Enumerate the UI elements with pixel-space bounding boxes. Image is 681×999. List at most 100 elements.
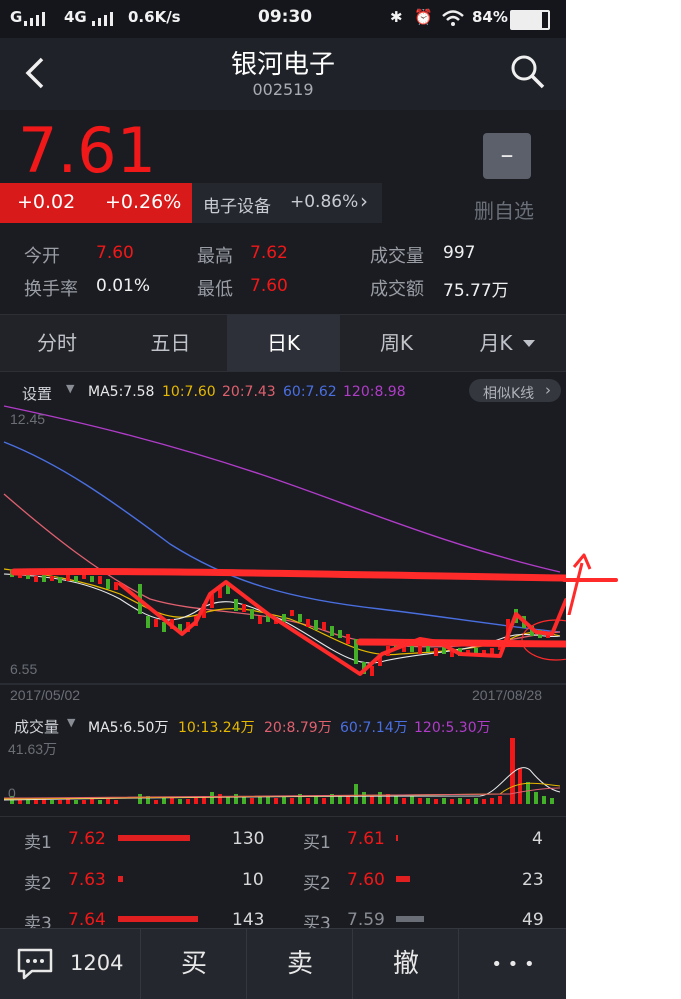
similar-kline-label: 相似K线 xyxy=(483,386,535,402)
similar-kline-button[interactable]: 相似K线 › xyxy=(469,379,561,402)
change-percent: +0.26% xyxy=(105,191,182,213)
bluetooth-icon: ✱ xyxy=(390,8,403,26)
bid-qty: 4 xyxy=(532,829,543,849)
volume-chart[interactable]: 41.63万 0 xyxy=(0,738,566,808)
bid-qty: 23 xyxy=(522,870,544,890)
bid-price: 7.61 xyxy=(347,829,385,849)
caret-down-icon[interactable]: ▼ xyxy=(67,716,75,729)
caret-down-icon[interactable]: ▼ xyxy=(66,382,74,395)
ma60-line xyxy=(3,441,561,633)
stat-label: 最高 xyxy=(197,246,233,267)
kline-chart[interactable]: 12.45 6.55 2017/05/02 2017/08/28 xyxy=(0,404,566,704)
tab-daily-k[interactable]: 日K xyxy=(227,315,340,371)
ask-price: 7.63 xyxy=(68,870,106,890)
more-button[interactable]: • • • xyxy=(458,929,566,999)
order-book: 卖1 7.62 130 卖2 7.63 10 卖3 7.64 143 买1 7.… xyxy=(0,816,566,934)
price-axis-low: 6.55 xyxy=(10,661,37,677)
network-label: 4G xyxy=(64,8,87,26)
bottom-action-bar: 1204 买 卖 撤 • • • xyxy=(0,928,566,999)
stat-value: 0.01% xyxy=(96,276,151,296)
change-badge: +0.02 +0.26% xyxy=(0,183,192,223)
remove-watchlist-button[interactable]: – xyxy=(483,133,531,179)
ask-qty: 143 xyxy=(232,910,265,930)
ask-price: 7.64 xyxy=(68,910,106,930)
bid-price: 7.60 xyxy=(347,870,385,890)
volume-indicator-button[interactable]: 成交量 xyxy=(14,716,59,737)
stock-app: G 4G 0.6K/s 09:30 ✱ ⏰ 84% 银河电子 002519 7.… xyxy=(0,0,566,999)
date-end: 2017/08/28 xyxy=(472,687,542,703)
volume-ma-bar: 成交量 ▼ MA5:6.50万 10:13.24万 20:8.79万 60:7.… xyxy=(0,712,566,738)
date-start: 2017/05/02 xyxy=(10,687,80,703)
bid-volume-bar xyxy=(396,835,398,841)
current-price: 7.61 xyxy=(18,114,157,187)
battery-percent: 84% xyxy=(472,8,508,26)
search-icon[interactable] xyxy=(510,54,546,90)
ma10-value: 10:7.60 xyxy=(162,384,216,400)
tab-weekly-k[interactable]: 周K xyxy=(340,315,453,371)
ask-volume-bar xyxy=(118,876,123,882)
stat-label: 换手率 xyxy=(24,279,78,300)
sell-button[interactable]: 卖 xyxy=(246,929,353,999)
bid-price: 7.59 xyxy=(347,910,385,930)
period-tabs: 分时 五日 日K 周K 月K xyxy=(0,314,566,372)
sector-link[interactable]: 电子设备 +0.86% › xyxy=(192,183,382,223)
battery-icon xyxy=(510,10,550,30)
wifi-icon xyxy=(442,10,464,26)
change-value: +0.02 xyxy=(17,191,76,213)
carrier-label: G xyxy=(10,8,23,26)
net-speed: 0.6K/s xyxy=(128,8,181,26)
sector-name: 电子设备 xyxy=(203,197,271,217)
stat-label: 最低 xyxy=(197,279,233,300)
ma60-value: 60:7.62 xyxy=(283,384,337,400)
chevron-right-icon: › xyxy=(360,189,368,213)
vol-ma10-line xyxy=(3,782,561,800)
status-bar: G 4G 0.6K/s 09:30 ✱ ⏰ 84% xyxy=(0,0,566,38)
volume-axis-min: 0 xyxy=(8,785,16,801)
bid-qty: 49 xyxy=(522,910,544,930)
price-axis-high: 12.45 xyxy=(10,411,45,427)
stat-label: 成交量 xyxy=(370,246,424,267)
vol-ma5-value: MA5:6.50万 xyxy=(88,720,169,736)
ask-qty: 130 xyxy=(232,829,265,849)
vol-ma60-value: 60:7.14万 xyxy=(340,720,408,736)
tab-five-day[interactable]: 五日 xyxy=(114,315,227,371)
stock-code: 002519 xyxy=(252,80,314,99)
ask-volume-bar xyxy=(118,916,198,922)
vol-ma5-line xyxy=(3,767,561,801)
ask-price: 7.62 xyxy=(68,829,106,849)
stat-value: 7.60 xyxy=(96,243,134,263)
ask-qty: 10 xyxy=(242,870,264,890)
kline-ma-bar: 设置 ▼ MA5:7.58 10:7.60 20:7.43 60:7.62 12… xyxy=(0,378,566,404)
ma120-line xyxy=(3,405,561,573)
stock-header: 银河电子 002519 xyxy=(0,38,566,110)
stat-label: 今开 xyxy=(24,246,60,267)
cancel-order-button[interactable]: 撤 xyxy=(352,929,459,999)
tab-intraday[interactable]: 分时 xyxy=(0,315,114,371)
bid-volume-bar xyxy=(396,876,410,882)
stat-label: 成交额 xyxy=(370,279,424,300)
caret-down-icon[interactable] xyxy=(522,339,536,349)
stat-value: 7.62 xyxy=(250,243,288,263)
remove-watchlist-label: 删自选 xyxy=(474,199,534,223)
bid-label: 买1 xyxy=(303,833,331,853)
bid-label: 买2 xyxy=(303,874,331,894)
stat-value: 75.77万 xyxy=(443,281,509,301)
comment-count: 1204 xyxy=(70,951,124,975)
comments-button[interactable]: 1204 xyxy=(0,929,140,999)
sector-change: +0.86% xyxy=(290,192,359,212)
vol-ma10-value: 10:13.24万 xyxy=(178,720,255,736)
ma120-value: 120:8.98 xyxy=(343,384,406,400)
signal-icon xyxy=(24,12,45,26)
signal-icon xyxy=(92,12,113,26)
ma5-value: MA5:7.58 xyxy=(88,384,155,400)
settings-button[interactable]: 设置 xyxy=(22,383,52,404)
vol-ma20-value: 20:8.79万 xyxy=(264,720,332,736)
vol-ma120-value: 120:5.30万 xyxy=(414,720,491,736)
chevron-right-icon: › xyxy=(545,381,551,399)
buy-button[interactable]: 买 xyxy=(140,929,247,999)
stock-name: 银河电子 xyxy=(230,50,335,80)
ask-label: 卖2 xyxy=(24,874,52,894)
ask-label: 卖1 xyxy=(24,833,52,853)
alarm-icon: ⏰ xyxy=(414,8,433,26)
clock: 09:30 xyxy=(258,7,313,27)
